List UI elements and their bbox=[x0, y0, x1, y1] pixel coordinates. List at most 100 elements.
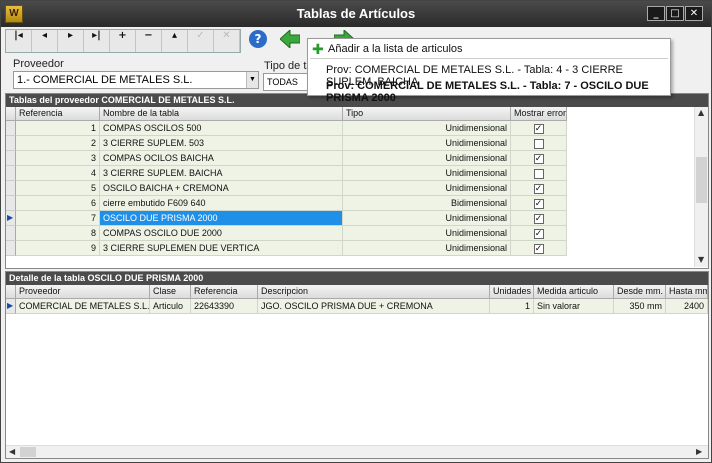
cell-nombre[interactable]: COMPAS OCILOS BAICHA bbox=[100, 151, 343, 166]
scroll-left-icon[interactable]: ◀ bbox=[9, 447, 15, 456]
minimize-button[interactable]: _ bbox=[647, 6, 665, 21]
col-mostrar-error[interactable]: Mostrar error bbox=[511, 107, 567, 121]
col-tipo[interactable]: Tipo bbox=[343, 107, 511, 121]
cell-tipo[interactable]: Unidimensional bbox=[343, 226, 511, 241]
col-medida[interactable]: Medida articulo bbox=[534, 285, 614, 299]
mostrar-error-checkbox[interactable]: ✓ bbox=[533, 244, 544, 255]
cell-clase[interactable]: Articulo bbox=[150, 299, 191, 314]
row-indicator[interactable] bbox=[6, 226, 16, 241]
cell-tipo[interactable]: Unidimensional bbox=[343, 166, 511, 181]
last-record-button[interactable]: ▸| bbox=[84, 30, 110, 52]
tables-vertical-scrollbar[interactable]: ▲ ▼ bbox=[694, 107, 708, 267]
cell-tipo[interactable]: Unidimensional bbox=[343, 211, 511, 226]
table-row[interactable]: 6 cierre embutido F609 640 Bidimensional ✓ bbox=[6, 196, 568, 211]
cell-nombre[interactable]: 3 CIERRE SUPLEM. BAICHA bbox=[100, 166, 343, 181]
cell-nombre[interactable]: COMPAS OSCILO DUE 2000 bbox=[100, 226, 343, 241]
scroll-thumb[interactable] bbox=[696, 157, 707, 203]
col-desde[interactable]: Desde mm. bbox=[614, 285, 666, 299]
edit-record-button[interactable]: ▴ bbox=[162, 30, 188, 52]
mostrar-error-checkbox[interactable]: ✓ bbox=[533, 229, 544, 240]
cell-referencia[interactable]: 2 bbox=[16, 136, 100, 151]
mostrar-error-checkbox[interactable]: ✓ bbox=[533, 199, 544, 210]
row-indicator[interactable] bbox=[6, 241, 16, 256]
col-hasta[interactable]: Hasta mm bbox=[666, 285, 708, 299]
help-button[interactable]: ? bbox=[247, 30, 269, 52]
table-row[interactable]: 8 COMPAS OSCILO DUE 2000 Unidimensional ✓ bbox=[6, 226, 568, 241]
row-indicator[interactable] bbox=[6, 196, 16, 211]
cell-referencia[interactable]: 9 bbox=[16, 241, 100, 256]
cell-referencia[interactable]: 6 bbox=[16, 196, 100, 211]
cell-referencia[interactable]: 8 bbox=[16, 226, 100, 241]
cell-nombre[interactable]: COMPAS OSCILOS 500 bbox=[100, 121, 343, 136]
mostrar-error-checkbox[interactable] bbox=[533, 139, 544, 150]
delete-record-button[interactable]: − bbox=[136, 30, 162, 52]
cell-desde[interactable]: 350 mm bbox=[614, 299, 666, 314]
mostrar-error-checkbox[interactable]: ✓ bbox=[533, 184, 544, 195]
scroll-right-icon[interactable]: ▶ bbox=[696, 447, 702, 456]
mostrar-error-checkbox[interactable]: ✓ bbox=[533, 214, 544, 225]
cell-nombre[interactable]: 3 CIERRE SUPLEM. 503 bbox=[100, 136, 343, 151]
prior-record-button[interactable]: ◂ bbox=[32, 30, 58, 52]
proveedor-select[interactable]: 1.- COMERCIAL DE METALES S.L. ▼ bbox=[13, 71, 259, 89]
row-indicator[interactable] bbox=[6, 121, 16, 136]
cell-referencia[interactable]: 4 bbox=[16, 166, 100, 181]
row-indicator[interactable]: ▶ bbox=[6, 211, 16, 226]
cell-tipo[interactable]: Unidimensional bbox=[343, 241, 511, 256]
cell-referencia[interactable]: 5 bbox=[16, 181, 100, 196]
mostrar-error-checkbox[interactable]: ✓ bbox=[533, 154, 544, 165]
cell-referencia[interactable]: 22643390 bbox=[191, 299, 258, 314]
first-record-button[interactable]: |◂ bbox=[6, 30, 32, 52]
scroll-down-icon[interactable]: ▼ bbox=[698, 255, 704, 264]
col-referencia[interactable]: Referencia bbox=[16, 107, 100, 121]
detail-horizontal-scrollbar[interactable]: ◀ ▶ bbox=[6, 445, 708, 458]
cell-nombre[interactable]: OSCILO DUE PRISMA 2000 bbox=[100, 211, 343, 226]
table-row[interactable]: 1 COMPAS OSCILOS 500 Unidimensional ✓ bbox=[6, 121, 568, 136]
scroll-thumb[interactable] bbox=[20, 447, 36, 457]
cell-referencia[interactable]: 1 bbox=[16, 121, 100, 136]
table-row[interactable]: 3 COMPAS OCILOS BAICHA Unidimensional ✓ bbox=[6, 151, 568, 166]
col-unidades[interactable]: Unidades bbox=[490, 285, 534, 299]
cell-nombre[interactable]: cierre embutido F609 640 bbox=[100, 196, 343, 211]
cell-nombre[interactable]: OSCILO BAICHA + CREMONA bbox=[100, 181, 343, 196]
next-record-button[interactable]: ▸ bbox=[58, 30, 84, 52]
mostrar-error-checkbox[interactable] bbox=[533, 169, 544, 180]
title-bar[interactable]: W Tablas de Artículos _ □ ✕ bbox=[1, 1, 711, 27]
cell-tipo[interactable]: Unidimensional bbox=[343, 136, 511, 151]
table-row[interactable]: 43 CIERRE SUPLEM. BAICHA Unidimensional bbox=[6, 166, 568, 181]
post-record-button[interactable]: ✓ bbox=[188, 30, 214, 52]
cell-tipo[interactable]: Unidimensional bbox=[343, 151, 511, 166]
maximize-button[interactable]: □ bbox=[666, 6, 684, 21]
cell-nombre[interactable]: 3 CIERRE SUPLEMEN DUE VERTICA bbox=[100, 241, 343, 256]
cell-tipo[interactable]: Unidimensional bbox=[343, 181, 511, 196]
cancel-record-button[interactable]: ✕ bbox=[214, 30, 240, 52]
add-to-list-menu-item[interactable]: Añadir a la lista de articulos bbox=[328, 43, 463, 55]
row-indicator[interactable] bbox=[6, 181, 16, 196]
back-button[interactable] bbox=[279, 28, 301, 52]
table-row[interactable]: ▶ 7 OSCILO DUE PRISMA 2000 Unidimensional ✓ bbox=[6, 211, 568, 226]
table-row[interactable]: 5 OSCILO BAICHA + CREMONA Unidimensional ✓ bbox=[6, 181, 568, 196]
cell-medida[interactable]: Sin valorar bbox=[534, 299, 614, 314]
table-row[interactable]: ▶ COMERCIAL DE METALES S.L. Articulo 226433… bbox=[6, 299, 708, 314]
col-descripcion[interactable]: Descripcion bbox=[258, 285, 490, 299]
cell-tipo[interactable]: Bidimensional bbox=[343, 196, 511, 211]
row-indicator[interactable] bbox=[6, 166, 16, 181]
cell-tipo[interactable]: Unidimensional bbox=[343, 121, 511, 136]
insert-record-button[interactable]: + bbox=[110, 30, 136, 52]
cell-descripcion[interactable]: JGO. OSCILO PRISMA DUE + CREMONA bbox=[258, 299, 490, 314]
table-row[interactable]: 93 CIERRE SUPLEMEN DUE VERTICA Unidimensi… bbox=[6, 241, 568, 256]
tipo-tabla-select[interactable]: TODAS bbox=[263, 73, 309, 91]
col-nombre[interactable]: Nombre de la tabla bbox=[100, 107, 343, 121]
row-indicator[interactable] bbox=[6, 136, 16, 151]
cell-referencia[interactable]: 7 bbox=[16, 211, 100, 226]
cell-proveedor[interactable]: COMERCIAL DE METALES S.L. bbox=[16, 299, 150, 314]
scroll-up-icon[interactable]: ▲ bbox=[698, 108, 704, 117]
table-row[interactable]: 23 CIERRE SUPLEM. 503 Unidimensional bbox=[6, 136, 568, 151]
cell-hasta[interactable]: 2400 bbox=[666, 299, 708, 314]
recent-menu-item-2[interactable]: Prov: COMERCIAL DE METALES S.L. - Tabla:… bbox=[326, 80, 670, 104]
col-referencia[interactable]: Referencia bbox=[191, 285, 258, 299]
close-button[interactable]: ✕ bbox=[685, 6, 703, 21]
row-indicator[interactable]: ▶ bbox=[6, 299, 16, 314]
row-indicator[interactable] bbox=[6, 151, 16, 166]
col-clase[interactable]: Clase bbox=[150, 285, 191, 299]
cell-referencia[interactable]: 3 bbox=[16, 151, 100, 166]
